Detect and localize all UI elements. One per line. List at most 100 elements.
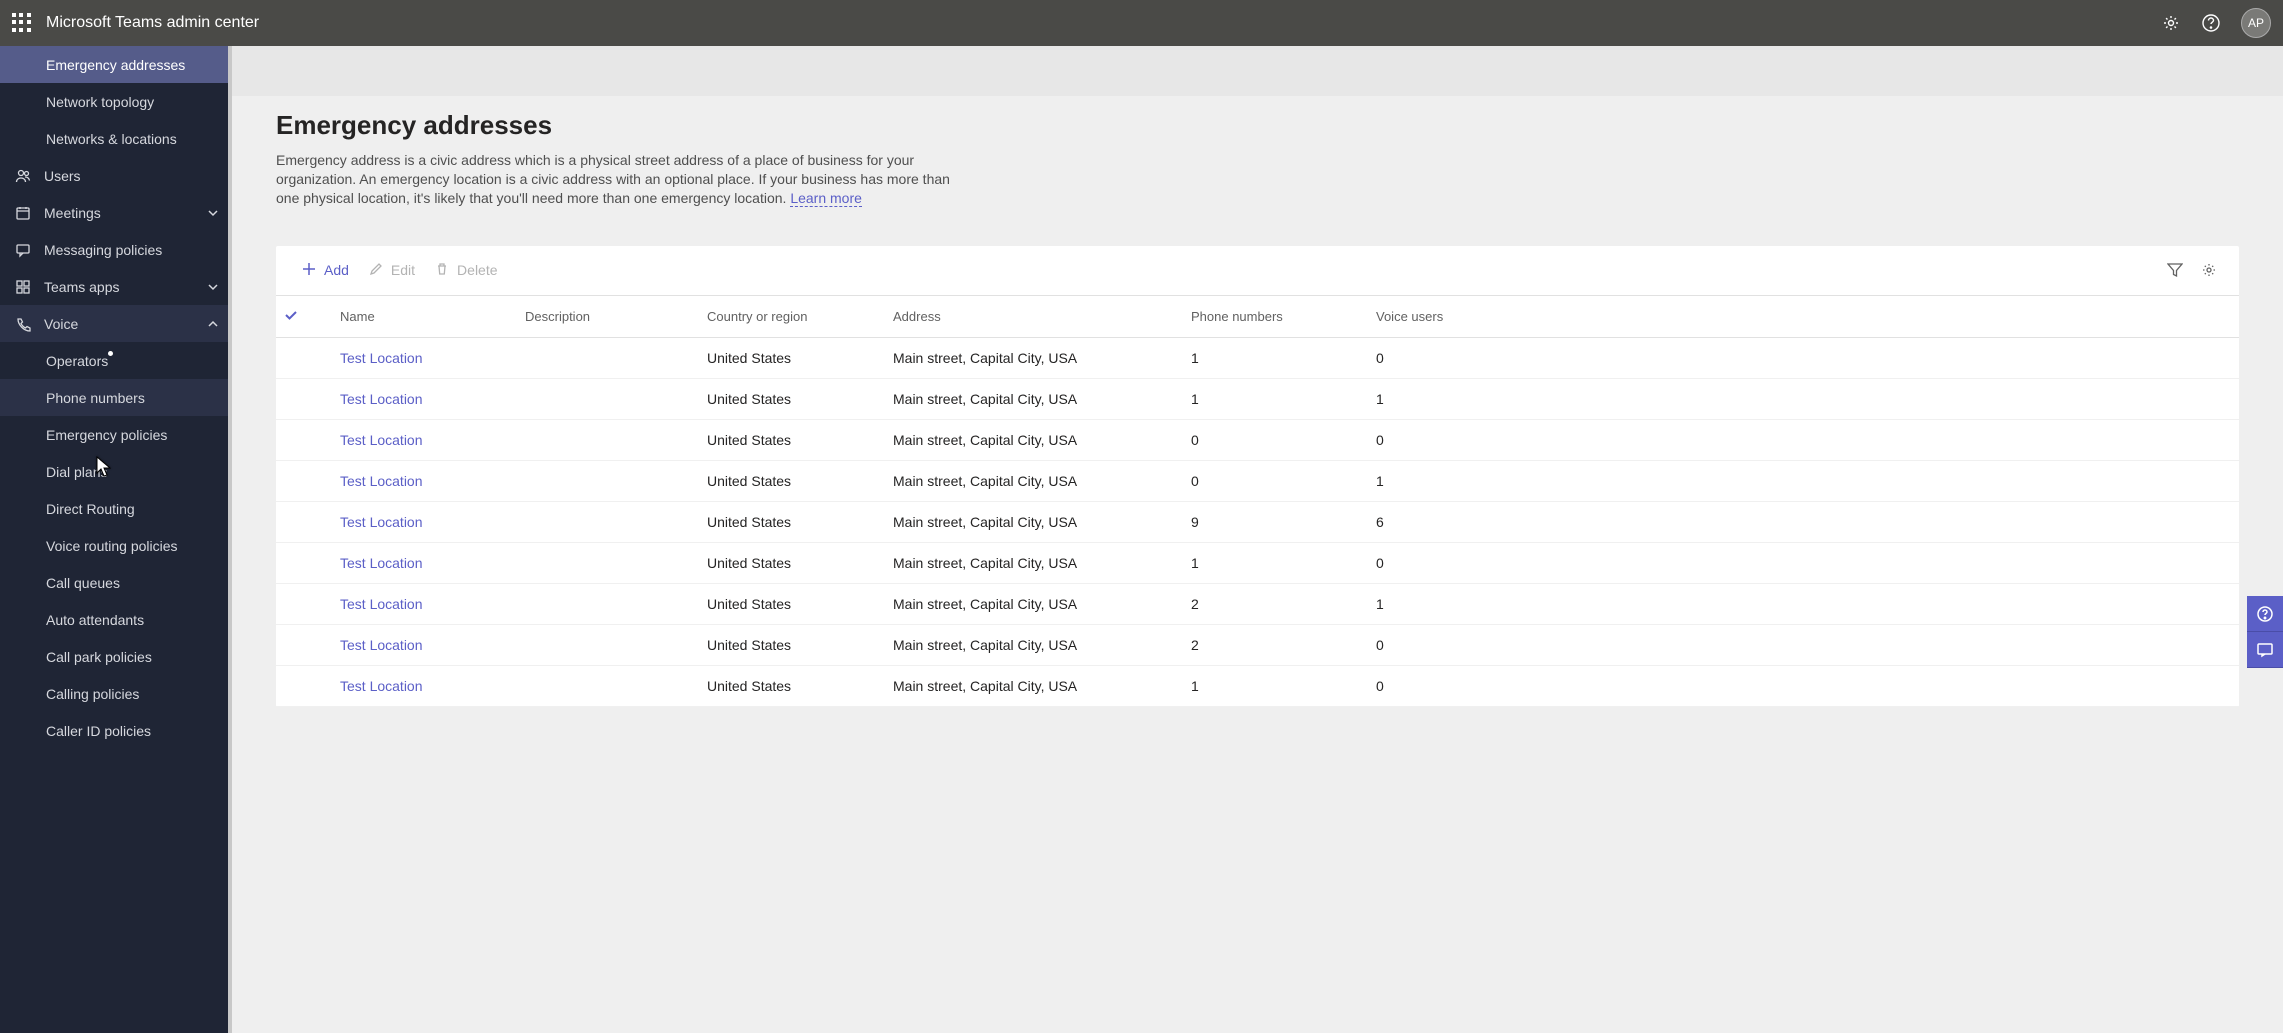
sidebar-item-voice-routing-policies[interactable]: Voice routing policies [0,527,232,564]
cell-description [517,624,699,665]
cell-description [517,583,699,624]
sidebar-item-auto-attendants[interactable]: Auto attendants [0,601,232,638]
sidebar-item-call-queues[interactable]: Call queues [0,564,232,601]
cell-description [517,337,699,378]
main-content: Emergency addresses Emergency address is… [232,46,2283,1033]
feedback-tab-icon[interactable] [2247,632,2283,668]
sidebar-item-teams-apps[interactable]: Teams apps [0,268,232,305]
table-row[interactable]: Test LocationUnited StatesMain street, C… [276,378,2239,419]
location-name-link[interactable]: Test Location [340,514,423,530]
sidebar-item-caller-id-policies[interactable]: Caller ID policies [0,712,232,749]
add-button[interactable]: Add [292,256,359,285]
cell-voice: 0 [1368,665,2239,706]
row-checkbox[interactable] [276,542,332,583]
row-checkbox[interactable] [276,337,332,378]
sidebar-item-label: Dial plans [46,464,107,480]
sidebar-item-call-park-policies[interactable]: Call park policies [0,638,232,675]
table-row[interactable]: Test LocationUnited StatesMain street, C… [276,501,2239,542]
row-checkbox[interactable] [276,419,332,460]
col-header-phone[interactable]: Phone numbers [1183,296,1368,338]
users-icon [14,167,32,185]
location-name-link[interactable]: Test Location [340,350,423,366]
top-bar: Microsoft Teams admin center AP [0,0,2283,46]
learn-more-link[interactable]: Learn more [790,190,862,207]
cell-country: United States [699,501,885,542]
cell-phone: 1 [1183,665,1368,706]
table-row[interactable]: Test LocationUnited StatesMain street, C… [276,665,2239,706]
user-avatar[interactable]: AP [2241,8,2271,38]
col-header-voice[interactable]: Voice users [1368,296,2239,338]
help-icon[interactable] [2201,13,2221,33]
sidebar-item-label: Caller ID policies [46,723,151,739]
sidebar-item-calling-policies[interactable]: Calling policies [0,675,232,712]
delete-button[interactable]: Delete [425,256,507,285]
sidebar-item-network-topology[interactable]: Network topology [0,83,232,120]
sidebar-item-operators[interactable]: Operators [0,342,232,379]
location-name-link[interactable]: Test Location [340,678,423,694]
sidebar-item-dial-plans[interactable]: Dial plans [0,453,232,490]
voice-icon [14,315,32,333]
location-name-link[interactable]: Test Location [340,432,423,448]
location-name-link[interactable]: Test Location [340,473,423,489]
row-checkbox[interactable] [276,583,332,624]
cell-address: Main street, Capital City, USA [885,337,1183,378]
table-row[interactable]: Test LocationUnited StatesMain street, C… [276,419,2239,460]
sidebar-item-messaging-policies[interactable]: Messaging policies [0,231,232,268]
cell-phone: 2 [1183,583,1368,624]
table-row[interactable]: Test LocationUnited StatesMain street, C… [276,542,2239,583]
col-header-description[interactable]: Description [517,296,699,338]
row-checkbox[interactable] [276,665,332,706]
column-settings-icon[interactable] [2195,256,2223,284]
sidebar-item-emergency-policies[interactable]: Emergency policies [0,416,232,453]
sidebar-item-voice[interactable]: Voice [0,305,232,342]
sidebar-item-emergency-addresses[interactable]: Emergency addresses [0,46,232,83]
cell-country: United States [699,337,885,378]
cell-voice: 0 [1368,624,2239,665]
cell-voice: 0 [1368,542,2239,583]
table-row[interactable]: Test LocationUnited StatesMain street, C… [276,583,2239,624]
app-launcher-icon[interactable] [12,13,32,33]
table-row[interactable]: Test LocationUnited StatesMain street, C… [276,460,2239,501]
sidebar-item-label: Calling policies [46,686,139,702]
cell-address: Main street, Capital City, USA [885,665,1183,706]
notification-dot-icon [108,351,113,356]
location-name-link[interactable]: Test Location [340,391,423,407]
sidebar-item-label: Voice [44,316,78,332]
row-checkbox[interactable] [276,378,332,419]
sidebar-item-label: Auto attendants [46,612,144,628]
app-title: Microsoft Teams admin center [46,14,259,32]
sidebar-item-label: Voice routing policies [46,538,178,554]
location-name-link[interactable]: Test Location [340,637,423,653]
table-row[interactable]: Test Location United StatesMain street, C… [276,337,2239,378]
row-checkbox[interactable] [276,624,332,665]
sidebar-item-label: Network topology [46,94,154,110]
col-header-name[interactable]: Name [332,296,517,338]
cell-address: Main street, Capital City, USA [885,378,1183,419]
sidebar-item-label: Teams apps [44,279,119,295]
location-name-link[interactable]: Test Location [340,596,423,612]
col-header-country[interactable]: Country or region [699,296,885,338]
select-all-checkbox[interactable] [276,296,332,338]
col-header-address[interactable]: Address [885,296,1183,338]
sidebar-item-networks-locations[interactable]: Networks & locations [0,120,232,157]
sidebar-item-label: Networks & locations [46,131,177,147]
sidebar-item-label: Users [44,168,81,184]
sidebar-item-phone-numbers[interactable]: Phone numbers [0,379,232,416]
edit-button[interactable]: Edit [359,256,425,285]
filter-icon[interactable] [2161,256,2189,284]
help-tab-icon[interactable] [2247,596,2283,632]
row-checkbox[interactable] [276,501,332,542]
row-checkbox[interactable] [276,460,332,501]
trash-icon [435,262,449,279]
sidebar-item-label: Operators [46,353,108,369]
cell-description [517,419,699,460]
sidebar-item-direct-routing[interactable]: Direct Routing [0,490,232,527]
sidebar-item-meetings[interactable]: Meetings [0,194,232,231]
settings-icon[interactable] [2161,13,2181,33]
page-description: Emergency address is a civic address whi… [276,151,976,208]
cell-phone: 1 [1183,337,1368,378]
cell-voice: 1 [1368,460,2239,501]
location-name-link[interactable]: Test Location [340,555,423,571]
table-row[interactable]: Test LocationUnited StatesMain street, C… [276,624,2239,665]
sidebar-item-users[interactable]: Users [0,157,232,194]
